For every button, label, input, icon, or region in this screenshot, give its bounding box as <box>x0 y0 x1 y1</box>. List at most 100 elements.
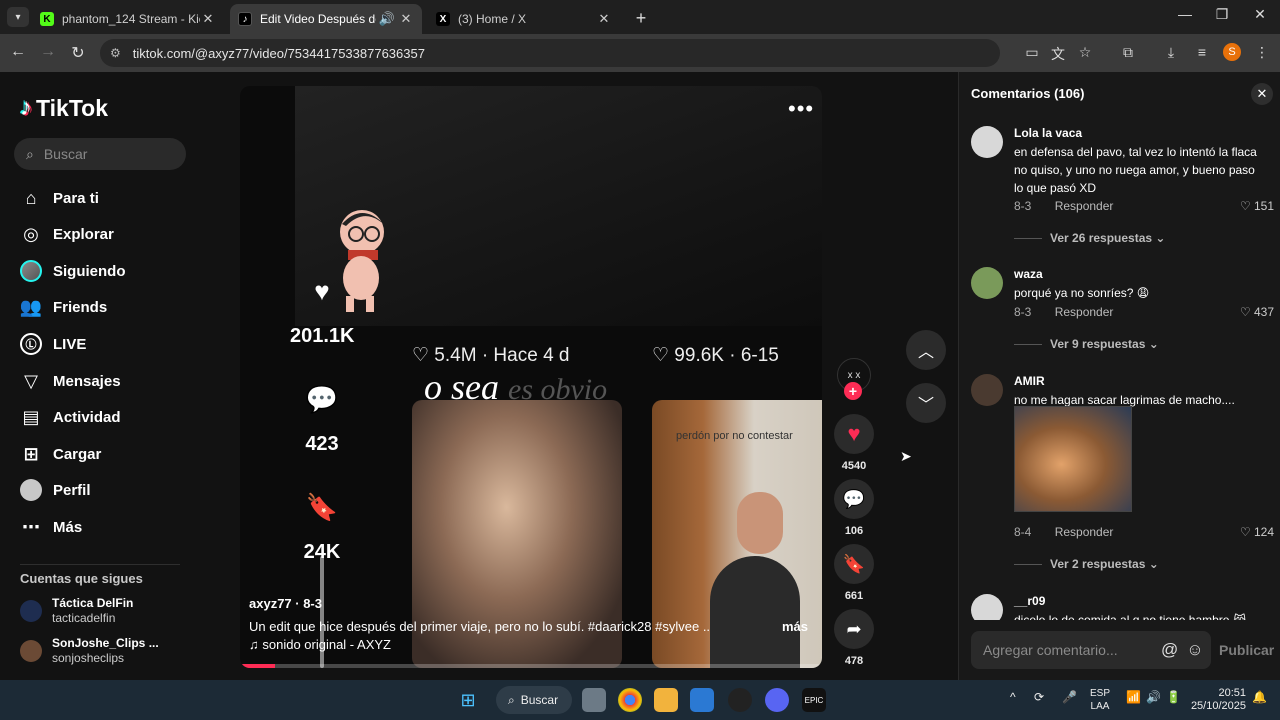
follow-button[interactable]: + <box>844 382 862 400</box>
next-video-button[interactable]: ﹀ <box>906 383 946 423</box>
translate-icon[interactable]: 文 <box>1048 44 1068 64</box>
comment-user[interactable]: Lola la vaca <box>1014 126 1082 140</box>
view-replies-button[interactable]: Ver 26 respuestas ⌄ <box>1014 231 1165 245</box>
epic-games-icon[interactable]: EPIC <box>802 688 826 712</box>
sidebar-item-cargar[interactable]: ⊞ Cargar <box>20 438 190 470</box>
sidebar-item-live[interactable]: Ⓛ LIVE <box>20 328 190 360</box>
microphone-icon[interactable]: 🎤 <box>1062 690 1077 704</box>
language-indicator[interactable]: ESP LAA <box>1090 687 1110 713</box>
sidebar-item-mensajes[interactable]: ▽ Mensajes <box>20 365 190 397</box>
more-button[interactable]: más <box>782 619 808 634</box>
volume-icon[interactable]: 🔊 <box>1146 690 1161 704</box>
sidebar-item-perfil[interactable]: Perfil <box>20 474 190 506</box>
new-tab-button[interactable]: + <box>632 8 650 29</box>
comment-user[interactable]: waza <box>1014 267 1043 281</box>
store-icon[interactable] <box>690 688 714 712</box>
comment-like-button[interactable]: ♡ 124 <box>1240 525 1274 539</box>
view-replies-button[interactable]: Ver 9 respuestas ⌄ <box>1014 337 1159 351</box>
close-window-icon[interactable]: ✕ <box>1245 6 1275 23</box>
save-button[interactable]: 🔖 661 <box>834 544 874 602</box>
profile-avatar[interactable]: S <box>1223 43 1241 61</box>
comment-like-button[interactable]: ♡ 437 <box>1240 305 1274 319</box>
sidebar-item-friends[interactable]: 👥 Friends <box>20 291 190 323</box>
download-icon[interactable]: ⤓ <box>1161 44 1181 61</box>
avatar[interactable] <box>971 126 1003 158</box>
video-player[interactable]: ♥ 201.1K 💬 423 🔖 24K ♡ 5.4M · Hace 4 d ♡… <box>240 86 822 668</box>
minimize-icon[interactable]: — <box>1170 6 1200 22</box>
notification-icon[interactable]: 🔔 <box>1252 690 1267 704</box>
comment-user[interactable]: AMIR <box>1014 374 1045 388</box>
close-comments-button[interactable]: ✕ <box>1251 83 1273 105</box>
sidebar-item-para-ti[interactable]: ⌂ Para ti <box>20 182 190 214</box>
file-explorer-icon[interactable] <box>654 688 678 712</box>
close-icon[interactable]: ✕ <box>596 11 612 27</box>
discord-icon[interactable] <box>765 688 789 712</box>
tab-kick[interactable]: K phantom_124 Stream - Kick Da ✕ <box>32 4 224 34</box>
followed-account[interactable]: Táctica DelFin tacticadelfin <box>20 596 133 626</box>
comment-input[interactable] <box>983 642 1153 658</box>
wifi-icon[interactable]: 📶 <box>1126 690 1141 704</box>
close-icon[interactable]: ✕ <box>398 11 414 27</box>
reply-button[interactable]: Responder <box>1055 525 1114 539</box>
tab-search-button[interactable]: ▾ <box>7 7 29 27</box>
followed-account[interactable]: SonJoshe_Clips ... sonjosheclips <box>20 636 159 666</box>
previous-video-button[interactable]: ︿ <box>906 330 946 370</box>
media-control-icon[interactable]: ≡ <box>1192 44 1212 60</box>
sync-icon[interactable]: ⟳ <box>1034 690 1044 704</box>
site-info-icon[interactable]: ⚙ <box>110 46 121 60</box>
battery-icon[interactable]: 🔋 <box>1166 690 1181 704</box>
sidebar-item-siguiendo[interactable]: Siguiendo <box>20 255 190 287</box>
taskbar-search[interactable]: ⌕ Buscar <box>496 686 572 714</box>
share-button[interactable]: ➦ 478 <box>834 609 874 667</box>
avatar[interactable] <box>971 267 1003 299</box>
heart-icon: ♥ <box>834 414 874 454</box>
sidebar-item-label: Siguiendo <box>53 262 126 280</box>
speaker-icon[interactable]: 🔊 <box>376 11 398 27</box>
bookmark-star-icon[interactable]: ☆ <box>1075 44 1095 61</box>
comment-meta: 8-3 Responder <box>1014 199 1113 213</box>
chrome-icon[interactable] <box>618 688 642 712</box>
more-options-icon[interactable]: ••• <box>788 96 814 122</box>
restore-icon[interactable]: ❐ <box>1207 6 1237 23</box>
reply-button[interactable]: Responder <box>1055 305 1114 319</box>
comment-image[interactable] <box>1014 406 1132 512</box>
comment-input-box[interactable]: @ ☺ <box>971 631 1211 669</box>
like-button[interactable]: ♥ 4540 <box>834 414 874 472</box>
reply-button[interactable]: Responder <box>1055 199 1114 213</box>
app-icon[interactable] <box>728 688 752 712</box>
overlay-sign: perdón por no contestar <box>676 430 793 442</box>
post-comment-button[interactable]: Publicar <box>1219 642 1274 658</box>
video-author[interactable]: axyz77 · 8-3 <box>249 596 322 611</box>
emoji-icon[interactable]: ☺ <box>1186 640 1203 660</box>
video-sound[interactable]: ♫ sonido original - AXYZ <box>249 637 391 652</box>
comment-user[interactable]: __r09 <box>1014 594 1045 608</box>
forward-icon[interactable]: → <box>38 43 58 61</box>
view-replies-button[interactable]: Ver 2 respuestas ⌄ <box>1014 557 1159 571</box>
account-name: Táctica DelFin <box>52 596 134 610</box>
avatar[interactable] <box>971 374 1003 406</box>
chevron-up-icon[interactable]: ^ <box>1010 690 1016 704</box>
windows-start-icon[interactable]: ⊞ <box>456 688 480 712</box>
clock[interactable]: 20:51 25/10/2025 <box>1190 687 1246 713</box>
avatar[interactable] <box>971 594 1003 620</box>
comment-button[interactable]: 💬 106 <box>834 479 874 537</box>
task-view-icon[interactable] <box>582 688 606 712</box>
close-icon[interactable]: ✕ <box>200 11 216 27</box>
search-input[interactable] <box>43 146 164 162</box>
comment-like-button[interactable]: ♡ 151 <box>1240 199 1274 213</box>
sidebar-item-explorar[interactable]: ◎ Explorar <box>20 218 190 250</box>
video-progress-bar[interactable] <box>240 664 822 668</box>
tab-tiktok[interactable]: ♪ Edit Video Después del Prim 🔊 ✕ <box>230 4 422 34</box>
sidebar-item-mas[interactable]: ⋯ Más <box>20 511 190 543</box>
tab-x[interactable]: X (3) Home / X ✕ <box>428 4 620 34</box>
mention-icon[interactable]: @ <box>1161 640 1178 660</box>
search-box[interactable]: ⌕ <box>14 138 186 170</box>
menu-icon[interactable]: ⋮ <box>1252 44 1272 61</box>
tiktok-logo[interactable]: ♪ TikTok <box>20 94 108 122</box>
cast-icon[interactable]: ▭ <box>1022 44 1042 61</box>
address-bar[interactable]: ⚙ tiktok.com/@axyz77/video/7534417533877… <box>100 39 1000 67</box>
sidebar-item-actividad[interactable]: ▤ Actividad <box>20 401 190 433</box>
back-icon[interactable]: ← <box>8 43 28 61</box>
extensions-icon[interactable]: ⧉ <box>1118 44 1138 61</box>
reload-icon[interactable]: ↻ <box>68 43 88 63</box>
